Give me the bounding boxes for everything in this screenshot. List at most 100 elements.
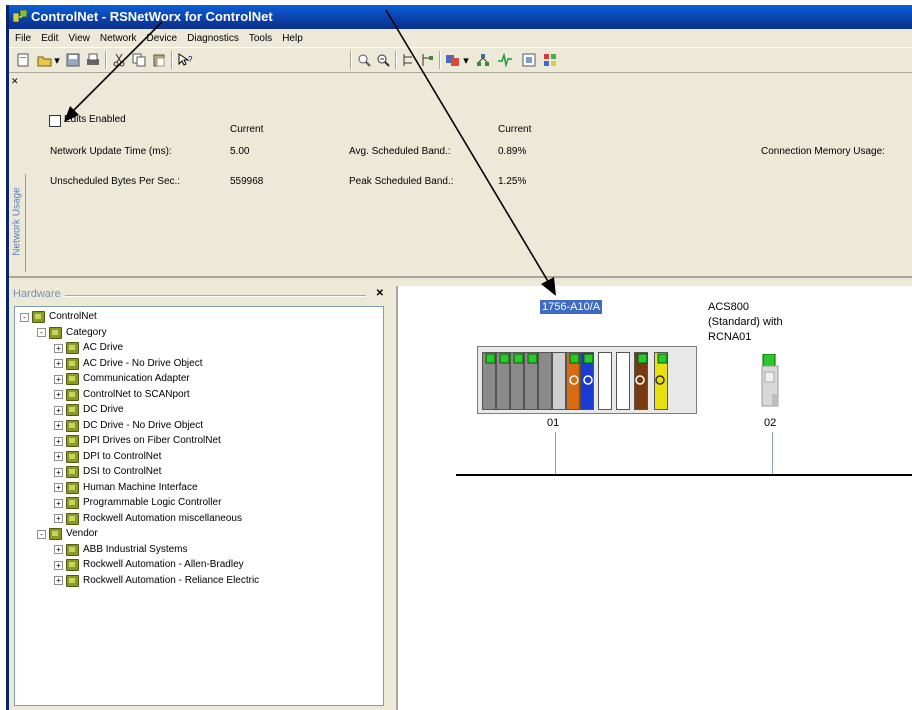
close-icon[interactable]: ✕ [11,76,20,86]
menu-tools[interactable]: Tools [244,30,277,48]
zoom-out-icon[interactable] [374,51,392,69]
menu-file[interactable]: File [9,30,36,48]
hardware-icon[interactable] [541,51,559,69]
folder-icon [66,543,79,556]
menu-view[interactable]: View [63,30,95,48]
network-icon[interactable] [474,51,492,69]
save-icon[interactable] [64,51,82,69]
edits-enabled-label: Edits Enabled [64,114,126,125]
title-bar[interactable]: ControlNet - RSNetWorx for ControlNet [9,5,912,29]
close-icon[interactable]: ✕ [376,288,384,299]
collapse-icon[interactable]: - [37,328,46,337]
upload-dropdown-icon[interactable]: ▾ [462,51,470,69]
hardware-header: Hardware ✕ [11,288,388,302]
collapse-icon[interactable]: - [20,312,29,322]
peak-band-value: 1.25% [498,176,527,187]
menu-network[interactable]: Network [95,30,142,48]
tree-item[interactable]: + Human Machine Interface [54,481,198,495]
folder-icon [66,388,79,401]
expand-icon[interactable]: + [54,576,63,585]
node2-label-line2[interactable]: (Standard) with [708,316,783,328]
tree-item[interactable]: + DC Drive [54,403,124,417]
tree-item-label: Programmable Logic Controller [83,497,222,508]
tree-item[interactable]: - Category [37,326,107,340]
tree-item-label: Rockwell Automation - Reliance Electric [83,574,260,586]
svg-text:?: ? [188,55,193,64]
tree-item[interactable]: + DPI Drives on Fiber ControlNet [54,434,221,448]
graph-icon[interactable] [496,51,514,69]
folder-icon [32,311,45,323]
expand-icon[interactable]: + [54,545,63,554]
open-icon[interactable] [36,51,54,69]
tree-item[interactable]: + DC Drive - No Drive Object [54,419,203,433]
tree-item[interactable]: + AC Drive [54,341,123,355]
expand-icon[interactable]: + [54,374,63,384]
cut-icon[interactable] [110,51,128,69]
expand-icon[interactable]: + [54,343,63,353]
tree-item[interactable]: + Programmable Logic Controller [54,496,221,510]
tree-item[interactable]: + Rockwell Automation - Reliance Electric [54,574,259,588]
hardware-tree[interactable]: - ControlNet - Category + AC Drive + AC Drive -… [14,306,384,706]
new-icon[interactable] [14,51,32,69]
paste-icon[interactable] [150,51,168,69]
expand-icon[interactable]: + [54,483,63,492]
node1-chassis[interactable] [477,346,697,414]
toolbar-separator [105,51,107,69]
folder-icon [66,497,79,509]
expand-icon[interactable]: + [54,514,63,523]
unscheduled-bytes-value: 559968 [230,176,264,187]
expand-icon[interactable]: + [54,390,63,399]
tree-item[interactable]: + Rockwell Automation miscellaneous [54,512,242,526]
expand-icon[interactable]: + [54,359,63,368]
tree-item-label: AC Drive [83,342,124,353]
tree-item[interactable]: + ABB Industrial Systems [54,543,187,557]
tree-item-label: Vendor [66,528,98,539]
continuous-browse-icon[interactable] [418,51,436,69]
folder-icon [49,528,62,540]
help-pointer-icon[interactable]: ? [176,51,194,69]
expand-icon[interactable]: + [54,405,63,415]
folder-icon [49,326,62,339]
tree-item[interactable]: - Vendor [37,527,98,541]
expand-icon[interactable]: + [54,560,63,570]
tree-item[interactable]: + DPI to ControlNet [54,450,161,464]
menu-help[interactable]: Help [277,30,308,48]
current-header: Current [230,124,264,135]
tree-item[interactable]: + Communication Adapter [54,372,190,386]
expand-icon[interactable]: + [54,421,63,430]
node2-label-line3[interactable]: RCNA01 [708,331,751,343]
tree-item[interactable]: + Rockwell Automation - Allen-Bradley [54,558,244,572]
menu-bar: File Edit View Network Device Diagnostics Tool… [9,29,912,47]
node2-address: 02 [764,417,777,429]
tree-item-label: Rockwell Automation miscellaneous [83,512,242,524]
menu-device[interactable]: Device [142,30,183,48]
single-pass-browse-icon[interactable] [399,51,417,69]
expand-icon[interactable]: + [54,436,63,446]
edits-enabled-checkbox[interactable] [49,115,61,127]
network-usage-tab[interactable]: Network Usage [9,174,26,272]
properties-icon[interactable] [520,51,538,69]
zoom-in-icon[interactable] [355,51,373,69]
tree-item-label: Rockwell Automation - Allen-Bradley [83,559,244,570]
copy-icon[interactable] [130,51,148,69]
update-time-value: 5.00 [230,146,250,157]
upload-download-icon[interactable] [444,51,462,69]
expand-icon[interactable]: + [54,452,63,461]
toolbar-separator [171,51,173,69]
drive-icon[interactable] [760,354,784,412]
expand-icon[interactable]: + [54,467,63,477]
collapse-icon[interactable]: - [37,529,46,539]
print-icon[interactable] [84,51,102,69]
node1-label[interactable]: 1756-A10/A [540,300,603,314]
menu-diagnostics[interactable]: Diagnostics [182,30,244,48]
tree-item[interactable]: + AC Drive - No Drive Object [54,357,202,371]
network-view[interactable]: 1756-A10/A 01 ACS800 (Standard) with RCN… [396,286,912,710]
expand-icon[interactable]: + [54,498,63,508]
menu-edit[interactable]: Edit [36,30,63,48]
tree-item[interactable]: + DSI to ControlNet [54,465,161,479]
tree-item[interactable]: + ControlNet to SCANport [54,388,190,402]
tree-item[interactable]: - ControlNet [20,310,97,324]
node2-label-line1[interactable]: ACS800 [708,301,749,313]
open-dropdown-icon[interactable]: ▾ [53,51,61,69]
unscheduled-bytes-label: Unscheduled Bytes Per Sec.: [50,176,181,187]
